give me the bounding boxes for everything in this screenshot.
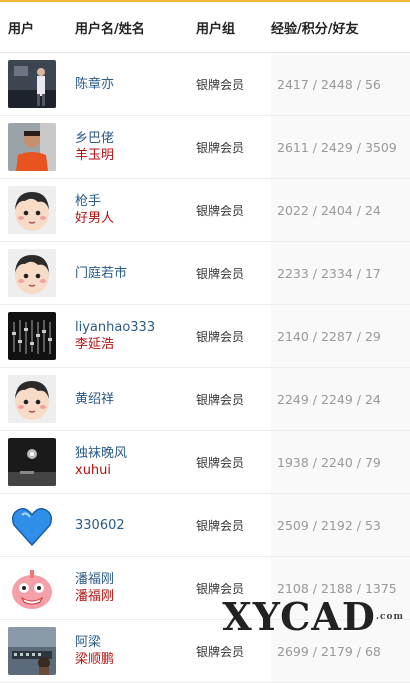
avatar-cell: [0, 619, 75, 683]
user-stats: 2417 / 2448 / 56: [271, 52, 410, 116]
avatar[interactable]: [8, 627, 56, 675]
username-link[interactable]: 陈章亦: [75, 76, 196, 93]
real-name: xuhui: [75, 463, 112, 478]
real-name: 好男人: [75, 211, 115, 226]
table-row: liyanhao333 李延浩 银牌会员 2140 / 2287 / 29: [0, 304, 410, 368]
real-name: 羊玉明: [75, 148, 115, 163]
user-stats: 2233 / 2334 / 17: [271, 241, 410, 305]
real-name: 李延浩: [75, 337, 115, 352]
user-group: 银牌会员: [196, 52, 271, 116]
user-group: 银牌会员: [196, 241, 271, 305]
avatar[interactable]: [8, 501, 56, 549]
real-name: 梁顺鹏: [75, 652, 115, 667]
avatar-cell: [0, 493, 75, 557]
member-table: 用户 用户名/姓名 用户组 经验/积分/好友 陈章亦 银牌会员 2417 / 244…: [0, 2, 410, 683]
avatar[interactable]: [8, 60, 56, 108]
avatar-cell: [0, 241, 75, 305]
avatar-cell: [0, 304, 75, 368]
username-link[interactable]: 独袜晚风: [75, 445, 196, 462]
header-avatar: 用户: [0, 2, 75, 53]
avatar[interactable]: [8, 438, 56, 486]
table-row: 门庭若市 银牌会员 2233 / 2334 / 17: [0, 241, 410, 305]
user-group: 银牌会员: [196, 115, 271, 179]
username-link[interactable]: liyanhao333: [75, 319, 196, 336]
user-stats: 2611 / 2429 / 3509: [271, 115, 410, 179]
user-stats: 2249 / 2249 / 24: [271, 367, 410, 431]
avatar-cell: [0, 52, 75, 116]
user-stats: 2140 / 2287 / 29: [271, 304, 410, 368]
name-cell: 门庭若市: [75, 241, 196, 305]
table-row: 330602 银牌会员 2509 / 2192 / 53: [0, 493, 410, 557]
name-cell: 枪手 好男人: [75, 178, 196, 242]
avatar-cell: [0, 178, 75, 242]
avatar[interactable]: [8, 312, 56, 360]
avatar-cell: [0, 430, 75, 494]
header-name: 用户名/姓名: [75, 2, 196, 53]
avatar-cell: [0, 367, 75, 431]
table-row: 枪手 好男人 银牌会员 2022 / 2404 / 24: [0, 178, 410, 242]
header-group: 用户组: [196, 2, 271, 53]
name-cell: 乡巴佬 羊玉明: [75, 115, 196, 179]
name-cell: liyanhao333 李延浩: [75, 304, 196, 368]
name-cell: 陈章亦: [75, 52, 196, 116]
username-link[interactable]: 阿梁: [75, 634, 196, 651]
user-stats: 2022 / 2404 / 24: [271, 178, 410, 242]
table-row: 独袜晚风 xuhui 银牌会员 1938 / 2240 / 79: [0, 430, 410, 494]
username-link[interactable]: 330602: [75, 517, 196, 534]
xycad-watermark-logo: XYCAD.com: [222, 594, 404, 639]
avatar[interactable]: [8, 249, 56, 297]
avatar[interactable]: [8, 564, 56, 612]
name-cell: 330602: [75, 493, 196, 557]
user-group: 银牌会员: [196, 304, 271, 368]
username-link[interactable]: 黄绍祥: [75, 391, 196, 408]
user-group: 银牌会员: [196, 493, 271, 557]
table-row: 陈章亦 银牌会员 2417 / 2448 / 56: [0, 52, 410, 116]
name-cell: 黄绍祥: [75, 367, 196, 431]
username-link[interactable]: 枪手: [75, 193, 196, 210]
avatar[interactable]: [8, 375, 56, 423]
avatar[interactable]: [8, 123, 56, 171]
user-group: 银牌会员: [196, 178, 271, 242]
avatar-cell: [0, 556, 75, 620]
table-row: 乡巴佬 羊玉明 银牌会员 2611 / 2429 / 3509: [0, 115, 410, 179]
avatar[interactable]: [8, 186, 56, 234]
username-link[interactable]: 潘福刚: [75, 571, 196, 588]
user-stats: 2509 / 2192 / 53: [271, 493, 410, 557]
name-cell: 潘福刚 潘福刚: [75, 556, 196, 620]
user-stats: 1938 / 2240 / 79: [271, 430, 410, 494]
user-group: 银牌会员: [196, 430, 271, 494]
table-row: 黄绍祥 银牌会员 2249 / 2249 / 24: [0, 367, 410, 431]
name-cell: 独袜晚风 xuhui: [75, 430, 196, 494]
username-link[interactable]: 门庭若市: [75, 265, 196, 282]
username-link[interactable]: 乡巴佬: [75, 130, 196, 147]
real-name: 潘福刚: [75, 589, 115, 604]
name-cell: 阿梁 梁顺鹏: [75, 619, 196, 683]
table-header-row: 用户 用户名/姓名 用户组 经验/积分/好友: [0, 2, 410, 53]
header-stats: 经验/积分/好友: [271, 2, 410, 53]
user-group: 银牌会员: [196, 367, 271, 431]
avatar-cell: [0, 115, 75, 179]
